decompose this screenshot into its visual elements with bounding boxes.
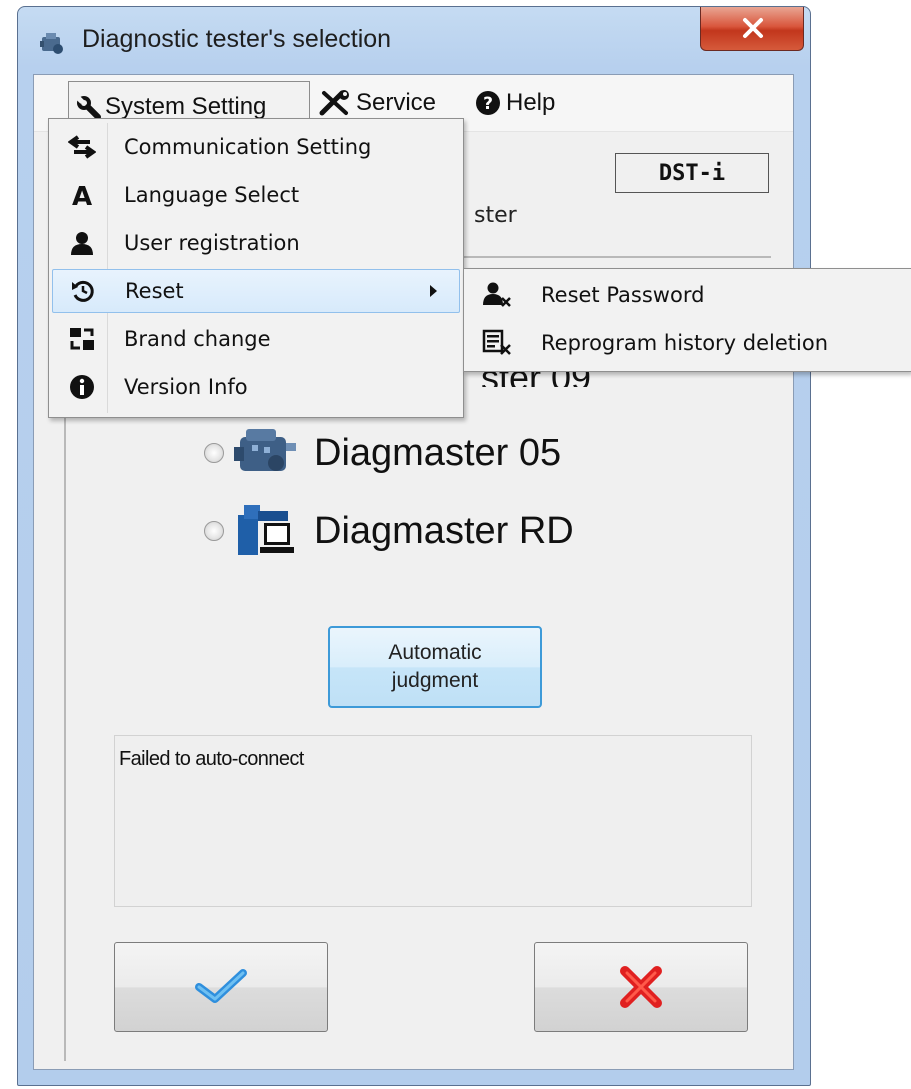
menu-item-communication-setting[interactable]: Communication Setting xyxy=(52,125,460,169)
menu-label-system-setting: System Setting xyxy=(105,92,267,120)
brand-change-icon xyxy=(70,328,94,350)
menu-help[interactable]: ? Help xyxy=(474,81,555,125)
submenu-item-label: Reprogram history deletion xyxy=(541,331,829,355)
automatic-judgment-button[interactable]: Automatic judgment xyxy=(328,626,542,708)
submenu-arrow-icon xyxy=(430,285,437,297)
partial-label: ster xyxy=(474,203,517,228)
submenu-item-reset-password[interactable]: Reset Password xyxy=(467,271,907,319)
radio-button[interactable] xyxy=(204,521,224,541)
option-diagmaster-rd[interactable]: Diagmaster RD xyxy=(204,501,574,561)
svg-text:?: ? xyxy=(483,94,493,114)
reset-submenu: Reset Password Reprogram history deletio… xyxy=(463,268,911,372)
auto-button-line1: Automatic xyxy=(388,641,482,664)
menu-item-label: Reset xyxy=(125,279,184,303)
status-text: Failed to auto-connect xyxy=(119,748,304,770)
submenu-item-reprogram-history-deletion[interactable]: Reprogram history deletion xyxy=(467,319,907,367)
engine-icon xyxy=(234,429,296,471)
cancel-button[interactable] xyxy=(534,942,748,1032)
menu-item-reset[interactable]: Reset xyxy=(52,269,460,313)
letter-a-icon: A xyxy=(72,182,92,208)
menu-item-version-info[interactable]: Version Info xyxy=(52,365,460,409)
user-icon xyxy=(71,232,93,255)
radio-button[interactable] xyxy=(204,443,224,463)
menu-label-help: Help xyxy=(506,89,556,116)
list-delete-icon xyxy=(482,329,511,355)
auto-button-line2: judgment xyxy=(391,669,479,692)
menu-item-label: User registration xyxy=(124,231,300,255)
svg-text:A: A xyxy=(72,182,92,208)
tools-icon xyxy=(319,90,349,116)
submenu-item-label: Reset Password xyxy=(541,283,705,307)
system-setting-dropdown: Communication Setting A Language Select … xyxy=(48,118,464,418)
app-icon xyxy=(40,33,63,54)
option-diagmaster-05[interactable]: Diagmaster 05 xyxy=(204,425,561,481)
menu-item-label: Language Select xyxy=(124,183,300,207)
menu-item-label: Communication Setting xyxy=(124,135,372,159)
ok-button[interactable] xyxy=(114,942,328,1032)
computer-icon xyxy=(238,505,294,555)
close-button[interactable] xyxy=(700,7,804,51)
title-bar[interactable]: Diagnostic tester's selection xyxy=(18,7,810,73)
red-x-icon xyxy=(620,966,662,1008)
wrench-icon xyxy=(75,94,101,120)
reset-icon xyxy=(72,280,94,302)
window-title: Diagnostic tester's selection xyxy=(82,25,392,53)
option-label: Diagmaster 05 xyxy=(314,431,562,474)
user-delete-icon xyxy=(483,282,511,307)
tester-model-box: DST-i xyxy=(615,153,769,193)
arrows-swap-icon xyxy=(68,135,96,159)
menu-label-service: Service xyxy=(356,89,437,116)
checkmark-icon xyxy=(195,969,247,1003)
close-icon xyxy=(743,18,763,38)
info-icon xyxy=(70,375,94,399)
menu-item-brand-change[interactable]: Brand change xyxy=(52,317,460,361)
menu-item-label: Version Info xyxy=(124,375,248,399)
status-message-box: Failed to auto-connect xyxy=(114,735,752,907)
help-icon: ? xyxy=(476,91,500,115)
menu-item-language-select[interactable]: A Language Select xyxy=(52,173,460,217)
menu-item-label: Brand change xyxy=(124,327,271,351)
option-label: Diagmaster RD xyxy=(314,509,574,552)
menu-item-user-registration[interactable]: User registration xyxy=(52,221,460,265)
